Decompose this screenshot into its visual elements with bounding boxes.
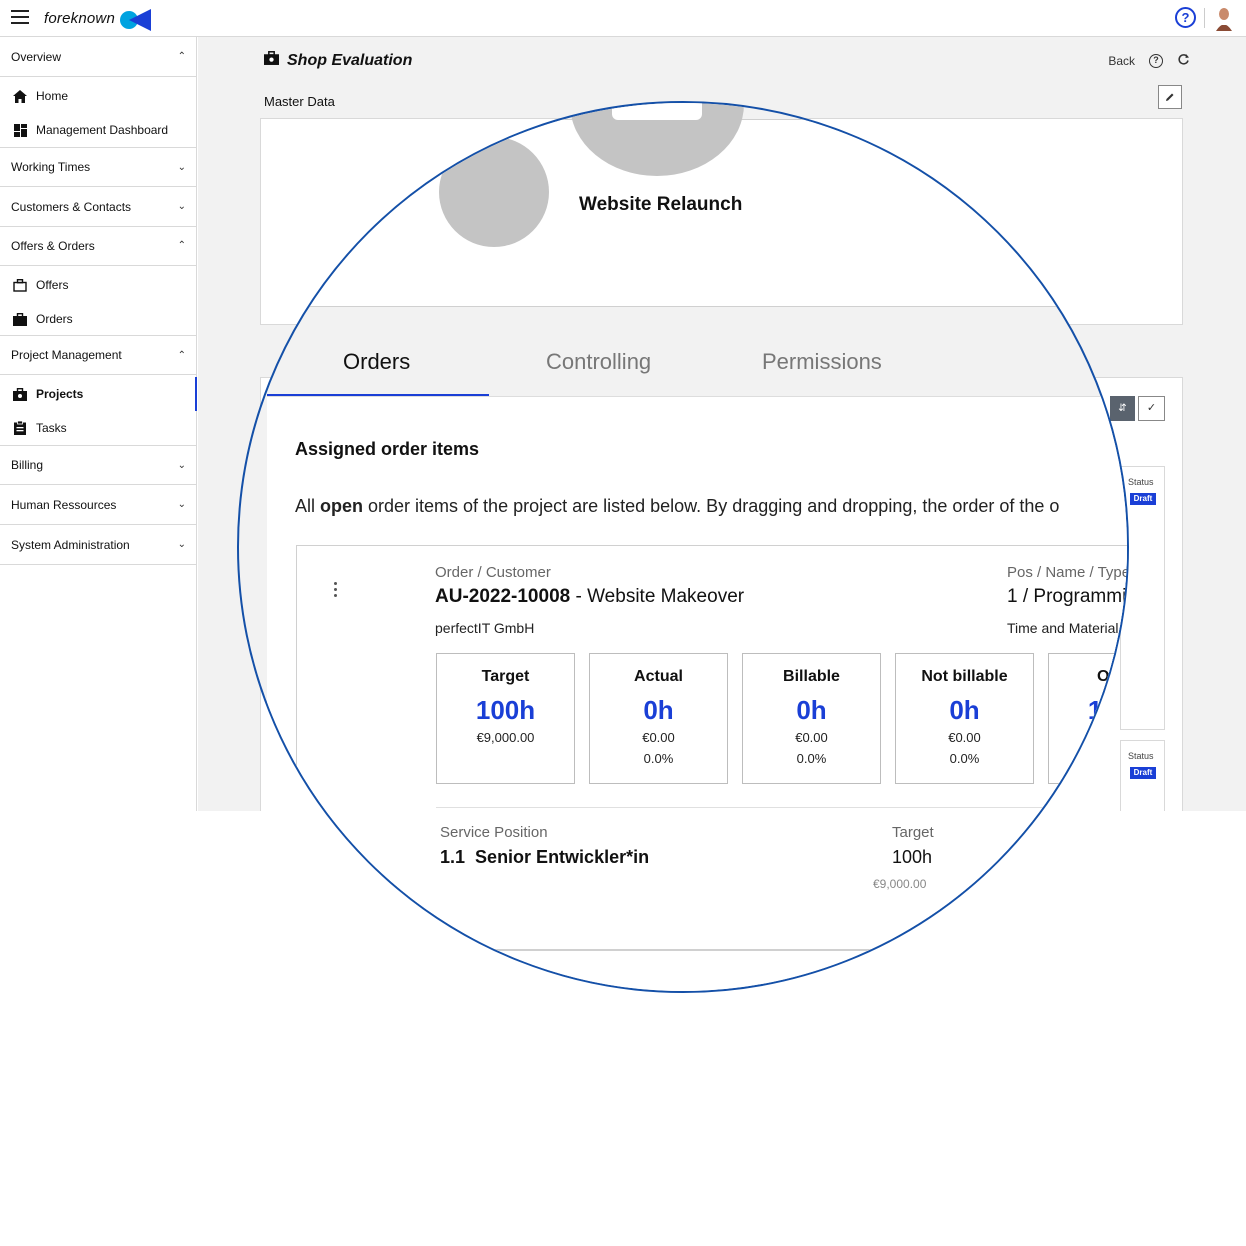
home-icon — [12, 89, 28, 103]
briefcase-outline-icon — [12, 278, 28, 292]
brand-logo-icon — [120, 9, 151, 31]
dashboard-icon — [12, 123, 28, 137]
sidebar-group-label: Billing — [11, 458, 44, 472]
service-target-value: 100h — [892, 847, 933, 867]
customer-name: perfectIT GmbH — [435, 620, 535, 636]
sidebar-group-project-management[interactable]: Project Management ⌃ — [0, 335, 197, 375]
section-title: Assigned order items — [295, 439, 480, 459]
sidebar-group-human-ressources[interactable]: Human Ressources ⌄ — [0, 485, 197, 525]
top-bar: foreknown ? — [0, 0, 1246, 37]
chevron-up-icon: ⌃ — [177, 349, 186, 361]
stat-actual: Actual 0h €0.00 0.0% — [589, 653, 728, 784]
sidebar-group-customers-contacts[interactable]: Customers & Contacts ⌄ — [0, 187, 197, 227]
sidebar-item-label: Management Dashboard — [36, 123, 169, 137]
order-customer-label: Order / Customer — [435, 564, 551, 581]
sidebar-item-label: Home — [36, 89, 69, 103]
sidebar-item-tasks[interactable]: Tasks — [0, 411, 197, 445]
tab-bar: Orders Controlling Permissions — [262, 327, 1127, 397]
service-target-label: Target — [892, 824, 934, 841]
divider — [436, 807, 1127, 808]
sidebar-item-label: Orders — [36, 312, 73, 326]
menu-icon[interactable] — [11, 10, 29, 24]
status-badge: Draft — [1130, 493, 1156, 505]
position-name: 1 / Programming — [1007, 586, 1127, 607]
chevron-down-icon: ⌄ — [177, 539, 186, 550]
magnified-content: Website Relaunch Orders Controlling Perm… — [239, 103, 1129, 991]
tab-permissions[interactable]: Permissions — [762, 349, 882, 375]
page-title: Shop Evaluation — [264, 51, 412, 70]
tab-orders[interactable]: Orders — [343, 349, 410, 375]
stat-billable: Billable 0h €0.00 0.0% — [742, 653, 881, 784]
sidebar-item-label: Offers — [36, 278, 69, 292]
sidebar-group-overview[interactable]: Overview ⌃ — [0, 37, 197, 77]
sidebar-item-label: Tasks — [36, 421, 67, 435]
sidebar-item-home[interactable]: Home — [0, 79, 197, 113]
chevron-down-icon: ⌄ — [177, 201, 186, 212]
tab-controlling[interactable]: Controlling — [546, 349, 651, 375]
service-target-amount: €9,000.00 — [873, 877, 927, 891]
brand-name: foreknown — [44, 10, 116, 27]
help-icon[interactable]: ? — [1149, 54, 1163, 68]
chevron-up-icon: ⌃ — [177, 240, 186, 251]
service-position: 1.1 Senior Entwickler*in — [440, 847, 650, 867]
back-button[interactable]: Back — [1108, 54, 1135, 68]
chevron-down-icon: ⌄ — [177, 161, 186, 173]
sidebar-group-label: Overview — [11, 49, 62, 64]
status-label: Status — [1128, 477, 1154, 487]
sidebar-item-management-dashboard[interactable]: Management Dashboard — [0, 113, 197, 147]
stat-not-billable: Not billable 0h €0.00 0.0% — [895, 653, 1034, 784]
magnifier-lens: Website Relaunch Orders Controlling Perm… — [237, 101, 1129, 993]
stat-target: Target 100h €9,000.00 — [436, 653, 575, 784]
sidebar: Overview ⌃ Home Management Dashboard Wor… — [0, 37, 197, 811]
sidebar-group-working-times[interactable]: Working Times ⌄ — [0, 147, 197, 187]
order-title[interactable]: AU-2022-10008 - Website Makeover — [435, 586, 744, 608]
sidebar-group-billing[interactable]: Billing ⌄ — [0, 445, 197, 485]
divider — [432, 949, 1127, 950]
pos-name-type-label: Pos / Name / Type — [1007, 564, 1129, 581]
chevron-down-icon: ⌄ — [177, 459, 186, 471]
project-briefcase-icon — [264, 51, 279, 70]
image-tab — [612, 103, 702, 120]
sidebar-group-system-administration[interactable]: System Administration ⌄ — [0, 525, 197, 565]
stat-open: Open 100h — [1048, 653, 1127, 784]
page-title-text: Shop Evaluation — [287, 51, 413, 69]
sidebar-group-label: Human Ressources — [11, 497, 117, 512]
project-briefcase-icon — [12, 387, 28, 401]
header-actions: Back ? — [1108, 53, 1190, 69]
help-icon[interactable]: ? — [1175, 7, 1196, 28]
status-label: Status — [1128, 751, 1154, 761]
project-image-secondary — [439, 137, 549, 247]
project-name: Website Relaunch — [579, 194, 743, 215]
section-description: All open order items of the project are … — [295, 496, 1060, 516]
edit-button[interactable] — [1158, 85, 1182, 109]
sidebar-item-projects[interactable]: Projects — [0, 377, 197, 411]
service-position-label: Service Position — [440, 824, 548, 841]
briefcase-icon — [12, 312, 28, 326]
confirm-button[interactable]: ✓ — [1138, 396, 1165, 421]
sidebar-item-orders[interactable]: Orders — [0, 302, 197, 336]
sidebar-group-label: System Administration — [11, 537, 130, 552]
sidebar-item-label: Projects — [36, 387, 84, 401]
sidebar-group-label: Working Times — [11, 160, 91, 174]
active-tab-indicator — [267, 394, 489, 396]
clipboard-icon — [12, 421, 28, 435]
status-badge: Draft — [1130, 767, 1156, 779]
sidebar-group-label: Project Management — [11, 348, 122, 362]
sidebar-group-label: Offers & Orders — [11, 238, 95, 253]
refresh-icon[interactable] — [1177, 53, 1190, 69]
divider — [1204, 8, 1205, 28]
drag-handle-icon[interactable] — [333, 582, 339, 604]
sidebar-group-label: Customers & Contacts — [11, 199, 132, 214]
chevron-down-icon: ⌄ — [177, 499, 186, 510]
pencil-icon — [1166, 93, 1174, 101]
app-screen: foreknown ? Overview ⌃ Home Management D… — [0, 0, 1246, 1246]
sidebar-group-offers-orders[interactable]: Offers & Orders ⌃ — [0, 226, 197, 266]
user-avatar[interactable] — [1214, 7, 1234, 31]
sidebar-item-offers[interactable]: Offers — [0, 268, 197, 302]
chevron-up-icon: ⌃ — [177, 51, 186, 62]
position-type: Time and Material — [1007, 620, 1119, 636]
